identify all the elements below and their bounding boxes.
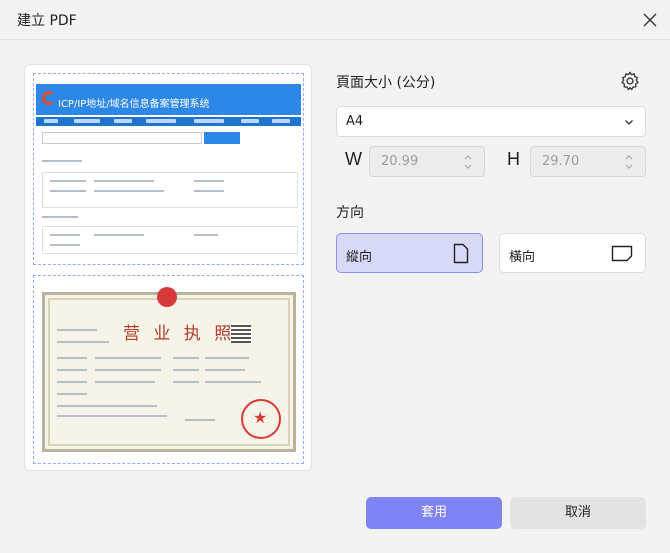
thumbnail-certificate: 营 业 执 照 ★: [42, 287, 296, 452]
landscape-label: 橫向: [509, 250, 536, 265]
portrait-page-icon: [453, 243, 469, 264]
preview-page-2: 营 业 执 照 ★: [33, 275, 304, 464]
landscape-option[interactable]: 橫向: [499, 233, 646, 273]
thumbnail-site-header: ICP/IP地址/域名信息备案管理系统: [36, 84, 301, 115]
page-size-select[interactable]: A4: [336, 106, 646, 137]
thumbnail-certificate-title: 营 业 执 照: [123, 324, 236, 344]
close-icon[interactable]: [640, 10, 660, 30]
thumbnail-search: [42, 132, 202, 144]
landscape-page-icon: [611, 245, 633, 262]
pdf-preview: ICP/IP地址/域名信息备案管理系统 营 业 执 照 ★: [24, 64, 312, 471]
dialog-title: 建立 PDF: [17, 13, 77, 29]
width-value: 20.99: [381, 154, 419, 169]
chevron-down-icon: [625, 120, 633, 125]
thumbnail-site-title: ICP/IP地址/域名信息备案管理系统: [58, 99, 210, 110]
apply-button[interactable]: 套用: [366, 497, 502, 529]
orientation-heading: 方向: [336, 205, 364, 221]
national-emblem-icon: [157, 287, 177, 307]
seal-star-icon: ★: [253, 408, 268, 427]
thumbnail-nav: [36, 117, 301, 126]
spinner-icon: [464, 155, 472, 169]
width-field[interactable]: 20.99: [369, 146, 485, 177]
height-label: H: [507, 149, 520, 169]
page-size-heading: 頁面大小 (公分): [336, 75, 436, 91]
site-logo-icon: [42, 91, 55, 105]
spinner-icon: [625, 155, 633, 169]
height-value: 29.70: [542, 154, 580, 169]
cancel-button[interactable]: 取消: [510, 497, 646, 529]
qr-code-icon: [231, 323, 251, 343]
gear-icon[interactable]: [619, 70, 641, 92]
title-bar: 建立 PDF: [0, 0, 670, 40]
portrait-option[interactable]: 縱向: [336, 233, 483, 273]
portrait-label: 縱向: [346, 250, 373, 265]
thumbnail-search-button: [204, 132, 240, 144]
page-size-value: A4: [346, 114, 364, 129]
width-label: W: [345, 149, 362, 169]
preview-page-1: ICP/IP地址/域名信息备案管理系统: [33, 73, 304, 265]
height-field[interactable]: 29.70: [530, 146, 646, 177]
